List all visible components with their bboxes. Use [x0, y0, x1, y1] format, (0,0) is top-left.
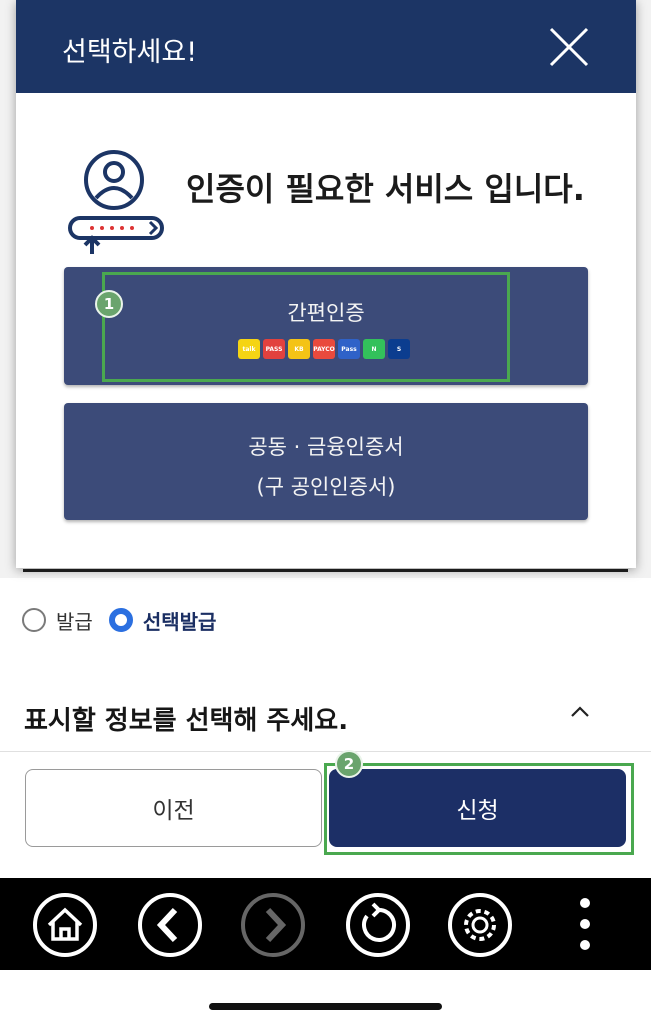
- issue-type-radio-group: 발급 선택발급: [22, 606, 232, 634]
- radio-selective-issue[interactable]: [108, 608, 133, 632]
- more-icon[interactable]: [565, 894, 605, 954]
- chevron-up-icon[interactable]: [568, 700, 592, 724]
- home-icon[interactable]: [32, 892, 98, 958]
- step-2-badge: 2: [335, 750, 363, 778]
- certificate-sublabel: (구 공인인증서): [256, 475, 396, 499]
- section-divider: [23, 569, 628, 572]
- step-1-highlight: [102, 272, 510, 382]
- prev-button[interactable]: 이전: [25, 769, 322, 847]
- gear-icon[interactable]: [447, 892, 513, 958]
- home-indicator[interactable]: [209, 1003, 442, 1010]
- radio-selective-issue-label: 선택발급: [142, 609, 217, 634]
- certificate-label: 공동 · 금융인증서: [248, 435, 404, 459]
- forward-icon[interactable]: [240, 892, 306, 958]
- refresh-icon[interactable]: [345, 892, 411, 958]
- modal-header: 선택하세요!: [16, 0, 636, 93]
- step-2-highlight: [324, 763, 634, 855]
- close-icon[interactable]: [546, 24, 592, 70]
- separator: [0, 751, 651, 752]
- modal-title: 선택하세요!: [62, 37, 198, 68]
- radio-issue-label: 발급: [56, 609, 93, 634]
- step-1-badge: 1: [95, 290, 123, 318]
- info-select-title: 표시할 정보를 선택해 주세요.: [24, 706, 349, 736]
- auth-required-message: 인증이 필요한 서비스 입니다.: [186, 170, 585, 208]
- user-auth-icon: [68, 150, 164, 254]
- certificate-auth-button[interactable]: 공동 · 금융인증서 (구 공인인증서): [64, 403, 588, 520]
- browser-toolbar: [0, 878, 651, 970]
- radio-issue[interactable]: [22, 608, 46, 632]
- back-icon[interactable]: [137, 892, 203, 958]
